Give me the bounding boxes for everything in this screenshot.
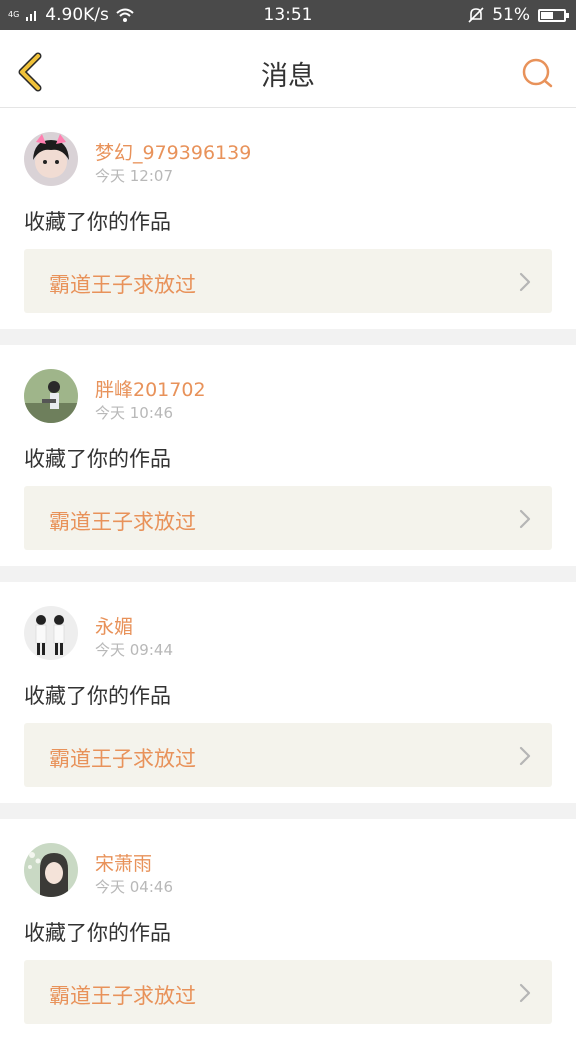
mute-bell-icon [468, 7, 484, 23]
status-bar: 4G 4.90K/s 13:51 51% [0, 0, 576, 30]
work-link[interactable]: 霸道王子求放过 [24, 960, 552, 1024]
work-title: 霸道王子求放过 [49, 747, 196, 771]
timestamp: 今天 04:46 [95, 878, 173, 896]
avatar[interactable] [24, 606, 78, 660]
work-title: 霸道王子求放过 [49, 984, 196, 1008]
action-text: 收藏了你的作品 [24, 210, 171, 234]
avatar[interactable] [24, 843, 78, 897]
message-item[interactable]: 宋萧雨 今天 04:46 收藏了你的作品 霸道王子求放过 [0, 819, 576, 1040]
avatar[interactable] [24, 132, 78, 186]
work-link[interactable]: 霸道王子求放过 [24, 486, 552, 550]
search-icon[interactable] [520, 56, 554, 90]
work-title: 霸道王子求放过 [49, 510, 196, 534]
action-text: 收藏了你的作品 [24, 684, 171, 708]
message-item[interactable]: 梦幻_979396139 今天 12:07 收藏了你的作品 霸道王子求放过 [0, 108, 576, 329]
status-right: 51% [468, 5, 569, 25]
page-title: 消息 [261, 61, 315, 92]
username[interactable]: 胖峰201702 [95, 375, 206, 402]
divider [0, 329, 576, 345]
username[interactable]: 梦幻_979396139 [95, 138, 251, 165]
work-link[interactable]: 霸道王子求放过 [24, 723, 552, 787]
chevron-right-icon [519, 509, 531, 529]
battery-icon [538, 8, 569, 22]
avatar[interactable] [24, 369, 78, 423]
battery-percent: 51% [492, 5, 530, 25]
username[interactable]: 宋萧雨 [95, 849, 152, 876]
message-list: 梦幻_979396139 今天 12:07 收藏了你的作品 霸道王子求放过 胖峰… [0, 108, 576, 1040]
work-link[interactable]: 霸道王子求放过 [24, 249, 552, 313]
nav-bar: 消息 [0, 30, 576, 108]
timestamp: 今天 09:44 [95, 641, 173, 659]
chevron-right-icon [519, 746, 531, 766]
divider [0, 803, 576, 819]
message-item[interactable]: 胖峰201702 今天 10:46 收藏了你的作品 霸道王子求放过 [0, 345, 576, 566]
chevron-right-icon [519, 983, 531, 1003]
timestamp: 今天 12:07 [95, 167, 173, 185]
message-item[interactable]: 永媚 今天 09:44 收藏了你的作品 霸道王子求放过 [0, 582, 576, 803]
action-text: 收藏了你的作品 [24, 447, 171, 471]
timestamp: 今天 10:46 [95, 404, 173, 422]
chevron-right-icon [519, 272, 531, 292]
divider [0, 566, 576, 582]
work-title: 霸道王子求放过 [49, 273, 196, 297]
username[interactable]: 永媚 [95, 612, 133, 639]
action-text: 收藏了你的作品 [24, 921, 171, 945]
